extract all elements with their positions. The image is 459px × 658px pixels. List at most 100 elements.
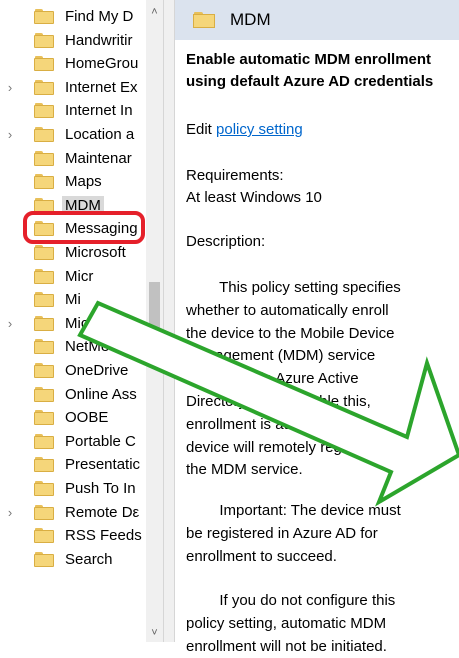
folder-icon (34, 268, 54, 284)
tree-item-label: Microsof (65, 314, 122, 332)
tree-item-label: Find My D (65, 8, 134, 25)
tree-item[interactable]: Portable C (0, 430, 150, 453)
tree-item[interactable]: › Internet Ex (0, 76, 150, 99)
tree-item-label: Location a (65, 126, 135, 143)
description-line: the MDM service. (186, 461, 303, 479)
tree-item[interactable]: Internet In (0, 99, 150, 122)
tree-item[interactable]: OOBE (0, 406, 150, 429)
folder-icon (34, 410, 54, 426)
tree-item-label: NetMeetir (65, 338, 131, 356)
edit-prefix: Edit (186, 121, 217, 138)
important-line: enrollment to succeed. (186, 547, 337, 565)
tree-item[interactable]: Online Ass (0, 383, 150, 406)
tree-item-label: Maps (65, 173, 102, 191)
description-line: whether to automatically enroll (186, 301, 389, 319)
tree-item[interactable]: Mi (0, 288, 150, 311)
tree-item-label: Search (65, 550, 113, 568)
tree-item[interactable]: › Remote Dε (0, 501, 150, 524)
tree-item-label: Mi (65, 291, 81, 309)
policy-setting-link[interactable]: policy setting (216, 121, 303, 138)
tree-item-label: Internet In (65, 102, 133, 120)
folder-icon (34, 504, 54, 520)
tree-item[interactable]: RSS Feeds (0, 524, 150, 547)
tree-item[interactable]: HomeGrou (0, 52, 150, 75)
tree-item-label: Internet Ex (65, 78, 138, 96)
tree-item-label: OOBE (65, 409, 109, 427)
tree-item-label: RSS Feeds (65, 527, 142, 545)
requirements-label: Requirements: (186, 167, 284, 184)
not-configured-line: If you do not configure this (186, 592, 396, 609)
folder-icon (34, 528, 54, 544)
folder-icon (34, 363, 54, 378)
description-label: Description: (186, 233, 266, 250)
tree-item[interactable]: Push To In (0, 477, 150, 500)
not-configured-line: policy setting, automatic MDM (186, 614, 387, 632)
description-line: the device to the Mobile Device (186, 324, 395, 342)
folder-icon (34, 339, 54, 355)
scroll-up-icon[interactable]: ˄ (146, 4, 163, 21)
folder-icon (34, 79, 54, 95)
tree-item-label: Push To In (65, 480, 136, 497)
description-line: Directory. If you enable this, (186, 393, 371, 410)
tree-item[interactable]: Presentatic (0, 453, 150, 476)
important-line: be registered in Azure AD for (186, 524, 378, 542)
description-line: This policy setting specifies (186, 279, 401, 296)
requirements-value: At least Windows 10 (186, 189, 322, 206)
folder-icon (34, 481, 54, 496)
tree-item[interactable]: › Microsof (0, 312, 150, 335)
tree-item-label: Handwritir (65, 31, 133, 49)
description-line: Management (MDM) service (186, 347, 376, 365)
folder-icon (34, 150, 54, 166)
description-line: enrollment is automatic. The (186, 415, 375, 433)
tree-item[interactable]: NetMeetir (0, 335, 150, 358)
tree-item-label: OneDrive (65, 362, 129, 379)
policy-description-panel: Enable automatic MDM enrollment using de… (186, 44, 459, 655)
tree-item-label: Portable C (65, 432, 136, 450)
folder-icon (34, 9, 54, 24)
tree-item-label: Remote Dε (65, 503, 140, 521)
mdm-highlight-annotation (23, 211, 145, 244)
tree-item[interactable]: Maintenar (0, 147, 150, 170)
description-line: device will remotely register with (186, 438, 402, 456)
tree-item-label: Microsoft (65, 244, 126, 261)
folder-icon (34, 457, 54, 473)
tree-item-label: Maintenar (65, 149, 132, 167)
folder-icon (34, 56, 54, 72)
not-configured-line: enrollment will not be initiated. (186, 637, 387, 655)
description-line: configured in Azure Active (186, 370, 359, 388)
folder-icon (34, 103, 54, 119)
policy-heading-line-2: using default Azure AD credentials (186, 73, 434, 90)
tree-item-label: Presentatic (65, 456, 141, 474)
folder-icon (34, 245, 54, 260)
tree-item-label: Micr (65, 267, 94, 285)
folder-icon (34, 433, 54, 449)
folder-icon (34, 174, 54, 190)
chevron-right-icon[interactable]: › (4, 81, 16, 94)
tree-item[interactable]: Microsoft (0, 241, 150, 264)
folder-icon (34, 32, 54, 48)
folder-icon (34, 315, 54, 331)
folder-icon (193, 12, 215, 28)
important-line: Important: The device must (186, 502, 401, 519)
tree-item-label: HomeGrou (65, 55, 139, 73)
tree-item-label: Online Ass (65, 385, 137, 403)
chevron-right-icon[interactable]: › (4, 506, 16, 519)
chevron-right-icon[interactable]: › (4, 317, 16, 330)
scroll-down-icon[interactable]: ˅ (146, 625, 163, 642)
policy-tree: Find My D Handwritir HomeGrou › Internet Ex I… (0, 0, 150, 642)
details-header: MDM (175, 0, 459, 40)
pane-splitter[interactable] (163, 0, 175, 642)
tree-item[interactable]: › Location a (0, 123, 150, 146)
chevron-right-icon[interactable]: › (4, 128, 16, 141)
folder-icon (34, 127, 54, 142)
tree-item[interactable]: OneDrive (0, 359, 150, 382)
tree-item[interactable]: Micr (0, 265, 150, 288)
details-title: MDM (230, 10, 271, 29)
tree-item[interactable]: Search (0, 548, 150, 571)
tree-item[interactable]: Find My D (0, 5, 150, 28)
tree-scrollbar[interactable]: ˄ ˅ (146, 0, 163, 642)
tree-item[interactable]: Maps (0, 170, 150, 193)
tree-item[interactable]: Handwritir (0, 29, 150, 52)
edit-policy-line: Edit policy setting (186, 119, 303, 141)
scroll-thumb[interactable] (149, 282, 160, 344)
